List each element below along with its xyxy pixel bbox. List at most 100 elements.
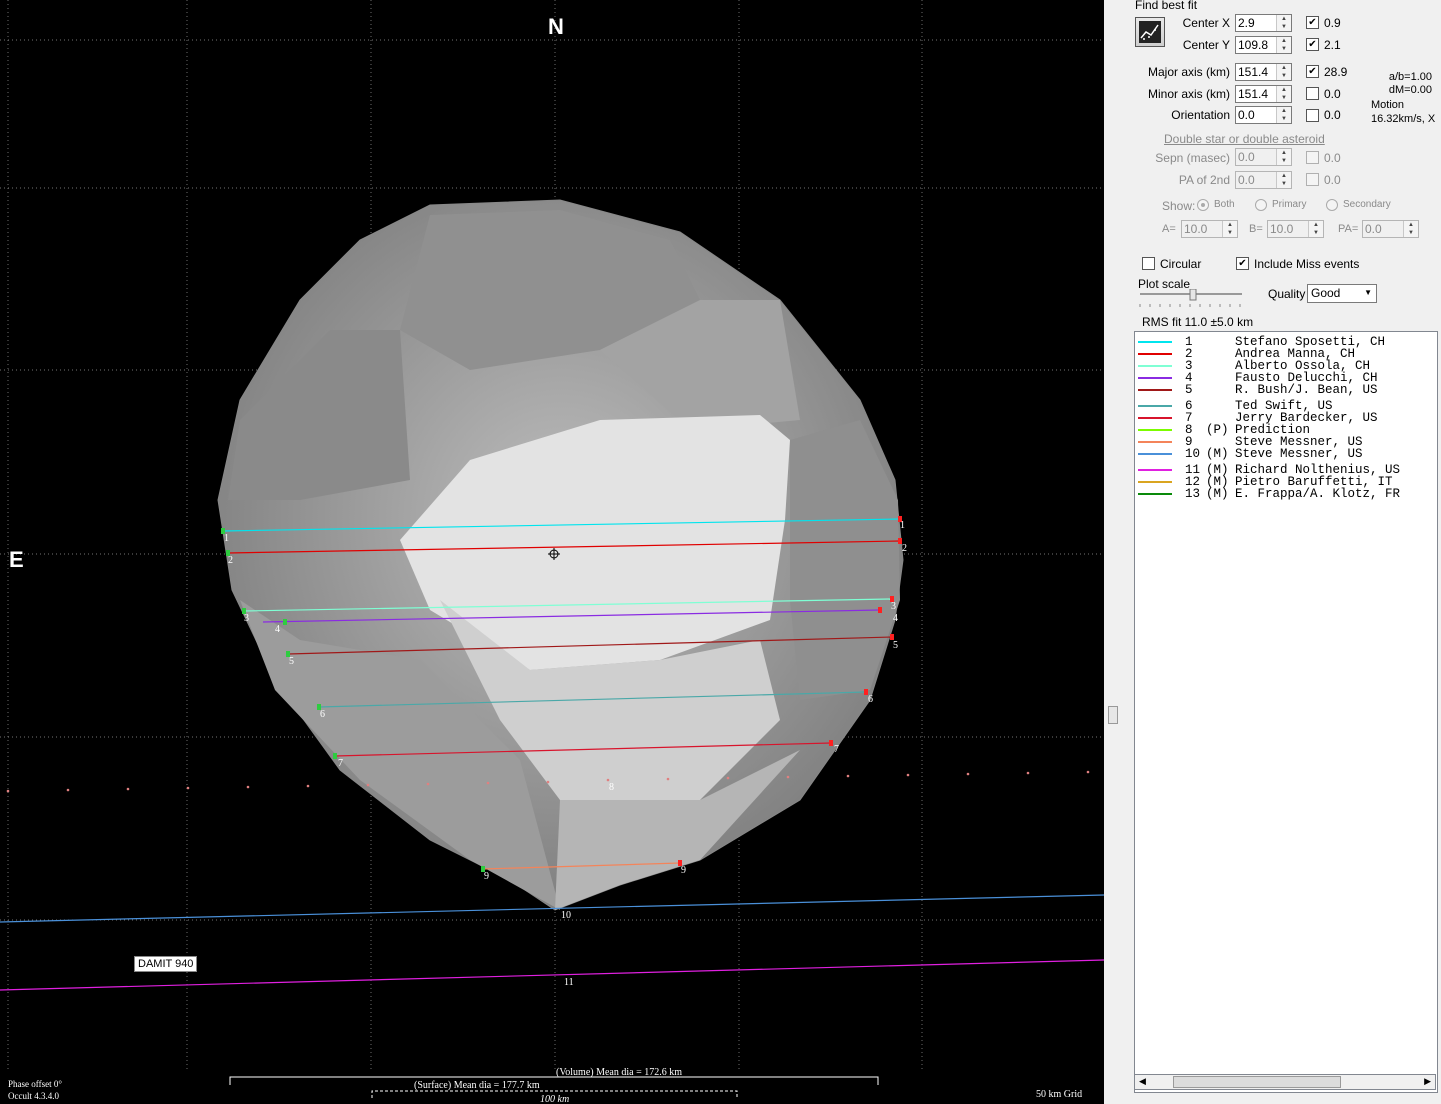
orientation-input[interactable] [1236,107,1276,123]
plot-canvas [0,0,1104,1098]
center-y-label: Center Y [1182,38,1230,52]
major-axis-spinner[interactable]: ▲▼ [1235,63,1292,81]
chord-number: 3 [244,613,249,624]
major-axis-checkbox[interactable]: ✔ [1306,65,1319,78]
legend-swatch [1138,481,1172,483]
legend-row: 13 (M) E. Frappa/A. Klotz, FR [1135,488,1435,500]
spin-arrows-icon[interactable]: ▲ ▼ [1276,107,1291,123]
spin-arrows-icon[interactable]: ▲ ▼ [1276,172,1291,188]
pa2-uncert: 0.0 [1324,173,1341,187]
spin-arrows-icon[interactable]: ▲ ▼ [1403,221,1418,237]
minor-axis-input[interactable] [1236,86,1276,102]
chord-number: 7 [834,744,839,755]
plot-scale-slider[interactable] [1138,288,1244,309]
orientation-spinner[interactable]: ▲▼ [1235,106,1292,124]
scroll-right-icon[interactable]: ▶ [1424,1076,1431,1087]
a-input[interactable] [1182,221,1222,237]
splitter-grip[interactable] [1108,706,1118,724]
chord-number: 9 [681,865,686,876]
center-y-checkbox[interactable]: ✔ [1306,38,1319,51]
spin-arrows-icon[interactable]: ▲ ▼ [1308,221,1323,237]
scroll-thumb[interactable] [1173,1076,1341,1088]
chord-number: 7 [338,758,343,769]
chord-number: 4 [275,624,280,635]
legend-swatch [1138,389,1172,391]
version-label: Occult 4.3.4.0 [8,1091,59,1101]
legend-swatch [1138,469,1172,471]
center-x-uncert: 0.9 [1324,16,1341,30]
center-x-spinner[interactable]: ▲▼ [1235,14,1292,32]
center-x-checkbox[interactable]: ✔ [1306,16,1319,29]
pa2-input[interactable] [1236,172,1276,188]
spin-arrows-icon[interactable]: ▲ ▼ [1222,221,1237,237]
motion-value: 16.32km/s, X [1371,113,1436,125]
legend-number: 5 [1185,383,1193,397]
orientation-uncert: 0.0 [1324,108,1341,122]
include-miss-label: Include Miss events [1254,257,1360,271]
chord-number: 6 [320,709,325,720]
spin-arrows-icon[interactable]: ▲ ▼ [1276,64,1291,80]
quality-label: Quality [1268,287,1306,301]
chord-number: 10 [561,910,571,921]
pa-spinner[interactable]: ▲▼ [1362,220,1419,238]
east-label: E [9,547,24,572]
b-spinner[interactable]: ▲▼ [1267,220,1324,238]
quality-select[interactable]: Good [1307,284,1377,303]
pa-label: PA= [1338,223,1359,235]
legend-flag: (M) [1206,447,1229,461]
minor-axis-spinner[interactable]: ▲▼ [1235,85,1292,103]
legend-swatch [1138,365,1172,367]
circular-checkbox[interactable] [1142,257,1155,270]
spin-arrows-icon[interactable]: ▲ ▼ [1276,37,1291,53]
asteroid-shape [217,199,904,911]
occultation-plot[interactable]: N E 1 1 2 2 3 3 4 4 5 5 6 6 7 7 8 9 9 10… [0,0,1104,1104]
pa-input[interactable] [1363,221,1403,237]
scale-bar-label: 100 km [540,1094,570,1104]
chord-number: 2 [902,543,907,554]
sepn-spinner[interactable]: ▲▼ [1235,148,1292,166]
legend-swatch [1138,429,1172,431]
include-miss-checkbox[interactable]: ✔ [1236,257,1249,270]
legend-swatch [1138,405,1172,407]
surface-diameter: (Surface) Mean dia = 177.7 km [414,1080,540,1091]
pa2-label: PA of 2nd [1178,173,1230,187]
show-primary-label: Primary [1272,199,1307,210]
minor-axis-checkbox[interactable] [1306,87,1319,100]
show-secondary-radio[interactable] [1326,199,1338,211]
sepn-checkbox[interactable] [1306,151,1319,164]
splitter[interactable] [1104,0,1124,1104]
quality-value: Good [1311,286,1341,300]
legend-horizontal-scrollbar[interactable]: ◀ ▶ [1134,1074,1436,1090]
spin-arrows-icon[interactable]: ▲ ▼ [1276,149,1291,165]
scroll-left-icon[interactable]: ◀ [1139,1076,1146,1087]
center-y-spinner[interactable]: ▲▼ [1235,36,1292,54]
find-best-fit-button[interactable] [1135,17,1165,47]
a-label: A= [1162,223,1176,235]
legend-swatch [1138,353,1172,355]
sepn-input[interactable] [1236,149,1276,165]
pa2-checkbox[interactable] [1306,173,1319,186]
major-axis-uncert: 28.9 [1324,65,1348,79]
show-primary-radio[interactable] [1255,199,1267,211]
pa2-spinner[interactable]: ▲▼ [1235,171,1292,189]
sepn-uncert: 0.0 [1324,151,1341,165]
center-x-input[interactable] [1236,15,1276,31]
legend-observer: Steve Messner, US [1235,447,1363,461]
a-spinner[interactable]: ▲▼ [1181,220,1238,238]
chord-number: 2 [228,555,233,566]
legend-swatch [1138,377,1172,379]
show-both-radio[interactable] [1197,199,1209,211]
orientation-checkbox[interactable] [1306,109,1319,122]
spin-arrows-icon[interactable]: ▲ ▼ [1276,15,1291,31]
minor-axis-uncert: 0.0 [1324,87,1341,101]
center-y-input[interactable] [1236,37,1276,53]
observer-legend[interactable]: 1 Stefano Sposetti, CH 2 Andrea Manna, CH 3 A… [1134,331,1438,1093]
chord-number: 3 [891,601,896,612]
chord-number: 9 [484,871,489,882]
b-input[interactable] [1268,221,1308,237]
double-star-link[interactable]: Double star or double asteroid [1164,132,1325,146]
major-axis-input[interactable] [1236,64,1276,80]
spin-arrows-icon[interactable]: ▲ ▼ [1276,86,1291,102]
fit-chart-icon [1139,21,1161,43]
north-label: N [548,14,564,39]
